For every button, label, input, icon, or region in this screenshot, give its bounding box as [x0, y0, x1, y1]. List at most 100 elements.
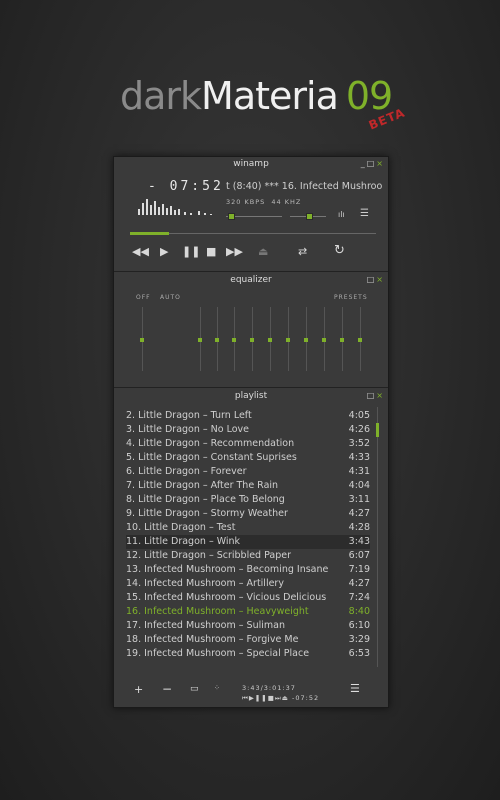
eq-auto-toggle[interactable]: AUTO	[160, 294, 181, 301]
track-duration: 6:53	[348, 648, 370, 659]
balance-knob[interactable]	[306, 213, 313, 220]
playlist-row[interactable]: 2. Little Dragon – Turn Left 4:05	[126, 409, 370, 423]
playlist-row[interactable]: 17. Infected Mushroom – Suliman 6:10	[126, 619, 370, 633]
playlist-row[interactable]: 11. Little Dragon – Wink 3:43	[126, 535, 370, 549]
track-duration: 4:26	[348, 424, 370, 435]
track-duration: 6:07	[348, 550, 370, 561]
track-title: 16. Infected Mushroom – Heavyweight	[126, 606, 309, 617]
misc-icon[interactable]: ⁘	[214, 684, 220, 692]
eq-band-knob[interactable]	[340, 338, 344, 342]
maximize-icon[interactable]: □	[367, 275, 377, 284]
track-title: 6. Little Dragon – Forever	[126, 466, 247, 477]
playlist-row[interactable]: 10. Little Dragon – Test 4:28	[126, 521, 370, 535]
winamp-player: winamp _□× - 07:52 t (8:40) *** 16. Infe…	[113, 156, 389, 708]
viz-bar	[204, 213, 206, 215]
track-title: 13. Infected Mushroom – Becoming Insane	[126, 564, 329, 575]
playlist-row[interactable]: 5. Little Dragon – Constant Suprises 4:33	[126, 451, 370, 465]
select-icon[interactable]: ▭	[190, 684, 199, 694]
track-title: 5. Little Dragon – Constant Suprises	[126, 452, 297, 463]
playlist-row[interactable]: 16. Infected Mushroom – Heavyweight 8:40	[126, 605, 370, 619]
viz-bar	[184, 212, 186, 215]
eq-band-knob[interactable]	[232, 338, 236, 342]
playlist-row[interactable]: 4. Little Dragon – Recommendation 3:52	[126, 437, 370, 451]
track-duration: 6:10	[348, 620, 370, 631]
playlist-row[interactable]: 13. Infected Mushroom – Becoming Insane 7…	[126, 563, 370, 577]
song-ticker[interactable]: t (8:40) *** 16. Infected Mushroom	[226, 181, 382, 192]
add-button[interactable]: +	[134, 683, 143, 696]
seek-bar[interactable]	[130, 232, 376, 235]
seek-progress[interactable]	[130, 232, 170, 235]
eq-presets-button[interactable]: PRESETS	[334, 294, 368, 301]
previous-button[interactable]: ◀◀	[132, 245, 149, 258]
maximize-icon[interactable]: □	[367, 159, 377, 168]
mini-transport: ⏮▶❚❚■⏭⏏ -07:52	[242, 694, 319, 703]
eq-window-controls: □×	[367, 273, 385, 287]
close-icon[interactable]: ×	[376, 391, 385, 400]
eq-off-toggle[interactable]: OFF	[136, 294, 151, 301]
track-title: 9. Little Dragon – Stormy Weather	[126, 508, 288, 519]
playlist-toggle-icon[interactable]: ☰	[360, 208, 369, 219]
eq-titlebar[interactable]: equalizer □×	[114, 273, 388, 287]
khz-value: 44	[271, 198, 282, 206]
play-button[interactable]: ▶	[160, 245, 168, 258]
maximize-icon[interactable]: □	[367, 391, 377, 400]
playlist-row[interactable]: 14. Infected Mushroom – Artillery 4:27	[126, 577, 370, 591]
playlist-row[interactable]: 19. Infected Mushroom – Special Place 6:5…	[126, 647, 370, 661]
playlist-row[interactable]: 3. Little Dragon – No Love 4:26	[126, 423, 370, 437]
playlist-row[interactable]: 7. Little Dragon – After The Rain 4:04	[126, 479, 370, 493]
eq-band-knob[interactable]	[286, 338, 290, 342]
track-duration: 4:27	[348, 508, 370, 519]
track-title: 19. Infected Mushroom – Special Place	[126, 648, 310, 659]
mini-time: -07:52	[292, 694, 320, 702]
pause-button[interactable]: ❚❚	[182, 245, 200, 258]
playlist-row[interactable]: 6. Little Dragon – Forever 4:31	[126, 465, 370, 479]
track-duration: 7:24	[348, 592, 370, 603]
list-options-icon[interactable]: ☰	[350, 682, 360, 695]
eq-band-knob[interactable]	[198, 338, 202, 342]
track-title: 3. Little Dragon – No Love	[126, 424, 250, 435]
playlist-row[interactable]: 12. Little Dragon – Scribbled Paper 6:07	[126, 549, 370, 563]
track-duration: 8:40	[348, 606, 370, 617]
kbps-value: 320	[226, 198, 242, 206]
eq-band-knob[interactable]	[358, 338, 362, 342]
track-title: 17. Infected Mushroom – Suliman	[126, 620, 285, 631]
mini-previous-button[interactable]: ⏮	[242, 694, 249, 702]
playlist-row[interactable]: 18. Infected Mushroom – Forgive Me 3:29	[126, 633, 370, 647]
close-icon[interactable]: ×	[376, 275, 385, 284]
viz-bar	[198, 211, 200, 215]
eq-band-knob[interactable]	[322, 338, 326, 342]
track-duration: 4:31	[348, 466, 370, 477]
close-icon[interactable]: ×	[376, 159, 385, 168]
stop-button[interactable]: ■	[206, 245, 216, 258]
playlist-scrollbar[interactable]	[376, 407, 379, 667]
eq-band-knob[interactable]	[304, 338, 308, 342]
window-controls: _□×	[361, 157, 385, 171]
playlist-row[interactable]: 9. Little Dragon – Stormy Weather 4:27	[126, 507, 370, 521]
playlist-titlebar[interactable]: playlist □×	[114, 389, 388, 403]
playlist-title: playlist	[234, 391, 268, 401]
viz-bar	[150, 205, 152, 215]
eq-toggle-icon[interactable]: ılı	[338, 210, 345, 219]
volume-knob[interactable]	[228, 213, 235, 220]
eq-band-knob[interactable]	[215, 338, 219, 342]
playlist-row[interactable]: 15. Infected Mushroom – Vicious Deliciou…	[126, 591, 370, 605]
eject-button[interactable]: ⏏	[258, 245, 268, 258]
next-button[interactable]: ▶▶	[226, 245, 243, 258]
remove-button[interactable]: −	[162, 682, 172, 696]
mini-pause-button[interactable]: ❚❚	[255, 694, 268, 702]
main-titlebar[interactable]: winamp _□×	[114, 157, 388, 171]
scroll-thumb[interactable]	[376, 423, 379, 437]
viz-bar	[166, 208, 168, 215]
shuffle-button[interactable]: ⇄	[298, 245, 307, 258]
eq-band-knob[interactable]	[250, 338, 254, 342]
time-display[interactable]: - 07:52	[148, 179, 224, 194]
mini-stop-button[interactable]: ■	[268, 694, 275, 702]
visualizer[interactable]	[138, 197, 216, 215]
repeat-button[interactable]: ↻	[334, 243, 345, 258]
preamp-knob[interactable]	[140, 338, 144, 342]
mini-next-button[interactable]: ⏭	[275, 694, 282, 702]
mini-eject-button[interactable]: ⏏	[282, 694, 289, 702]
track-duration: 4:33	[348, 452, 370, 463]
eq-band-knob[interactable]	[268, 338, 272, 342]
playlist-row[interactable]: 8. Little Dragon – Place To Belong 3:11	[126, 493, 370, 507]
